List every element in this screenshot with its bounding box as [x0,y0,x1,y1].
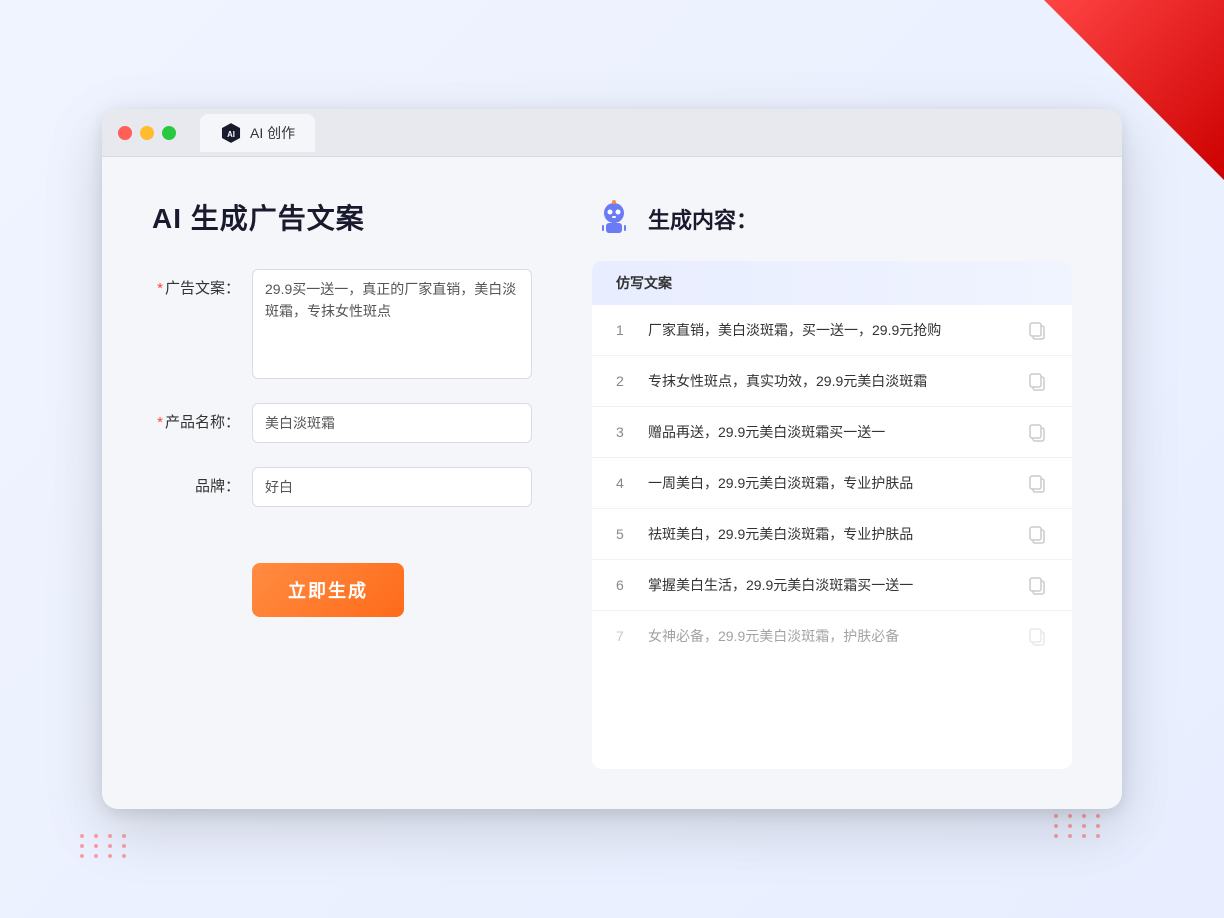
ai-tab-icon: AI [220,122,242,144]
results-list: 1 厂家直销，美白淡斑霜，买一送一，29.9元抢购 2 专抹女性斑点，真实功效，… [592,305,1072,661]
maximize-button[interactable] [162,126,176,140]
result-text: 厂家直销，美白淡斑霜，买一送一，29.9元抢购 [648,320,1010,341]
product-name-label: 产品名称： [152,403,240,432]
window-controls [118,126,176,140]
result-text: 专抹女性斑点，真实功效，29.9元美白淡斑霜 [648,371,1010,392]
product-name-input[interactable] [252,403,532,443]
result-text: 女神必备，29.9元美白淡斑霜，护肤必备 [648,626,1010,647]
right-panel: 生成内容： 仿写文案 1 厂家直销，美白淡斑霜，买一送一，29.9元抢购 2 专… [592,197,1072,769]
results-header: 仿写文案 [592,261,1072,305]
tab-area: AI AI 创作 [200,114,315,152]
copy-icon[interactable] [1026,625,1048,647]
browser-content: AI 生成广告文案 广告文案： 产品名称： 品牌： 立即生成 [102,157,1122,809]
result-number: 1 [616,322,632,338]
result-item: 2 专抹女性斑点，真实功效，29.9元美白淡斑霜 [592,356,1072,407]
right-header: 生成内容： [592,197,1072,241]
browser-titlebar: AI AI 创作 [102,109,1122,157]
brand-label: 品牌： [152,467,240,496]
result-number: 6 [616,577,632,593]
ad-copy-label: 广告文案： [152,269,240,298]
result-number: 5 [616,526,632,542]
right-panel-title: 生成内容： [648,203,758,235]
copy-icon[interactable] [1026,370,1048,392]
result-item: 5 祛斑美白，29.9元美白淡斑霜，专业护肤品 [592,509,1072,560]
brand-input[interactable] [252,467,532,507]
copy-icon[interactable] [1026,574,1048,596]
result-text: 掌握美白生活，29.9元美白淡斑霜买一送一 [648,575,1010,596]
result-text: 祛斑美白，29.9元美白淡斑霜，专业护肤品 [648,524,1010,545]
ad-copy-input[interactable] [252,269,532,379]
minimize-button[interactable] [140,126,154,140]
bg-dots-right [1054,814,1104,838]
result-number: 2 [616,373,632,389]
tab-label: AI 创作 [250,123,295,143]
copy-icon[interactable] [1026,523,1048,545]
browser-window: AI AI 创作 AI 生成广告文案 广告文案： 产品名称： 品牌： [102,109,1122,809]
copy-icon[interactable] [1026,472,1048,494]
result-number: 3 [616,424,632,440]
result-item: 6 掌握美白生活，29.9元美白淡斑霜买一送一 [592,560,1072,611]
close-button[interactable] [118,126,132,140]
copy-icon[interactable] [1026,319,1048,341]
svg-text:AI: AI [227,129,235,138]
result-number: 4 [616,475,632,491]
result-text: 赠品再送，29.9元美白淡斑霜买一送一 [648,422,1010,443]
left-panel: AI 生成广告文案 广告文案： 产品名称： 品牌： 立即生成 [152,197,532,769]
bg-dots-left [80,834,130,858]
result-item: 4 一周美白，29.9元美白淡斑霜，专业护肤品 [592,458,1072,509]
page-title: AI 生成广告文案 [152,197,532,237]
result-text: 一周美白，29.9元美白淡斑霜，专业护肤品 [648,473,1010,494]
result-item: 3 赠品再送，29.9元美白淡斑霜买一送一 [592,407,1072,458]
form-group-product: 产品名称： [152,403,532,443]
result-number: 7 [616,628,632,644]
results-header-label: 仿写文案 [616,275,672,291]
form-group-brand: 品牌： [152,467,532,507]
result-item: 7 女神必备，29.9元美白淡斑霜，护肤必备 [592,611,1072,661]
form-group-ad-copy: 广告文案： [152,269,532,379]
robot-icon [592,197,636,241]
copy-icon[interactable] [1026,421,1048,443]
result-item: 1 厂家直销，美白淡斑霜，买一送一，29.9元抢购 [592,305,1072,356]
active-tab[interactable]: AI AI 创作 [200,114,315,152]
generate-button[interactable]: 立即生成 [252,563,404,617]
results-container: 仿写文案 1 厂家直销，美白淡斑霜，买一送一，29.9元抢购 2 专抹女性斑点，… [592,261,1072,769]
